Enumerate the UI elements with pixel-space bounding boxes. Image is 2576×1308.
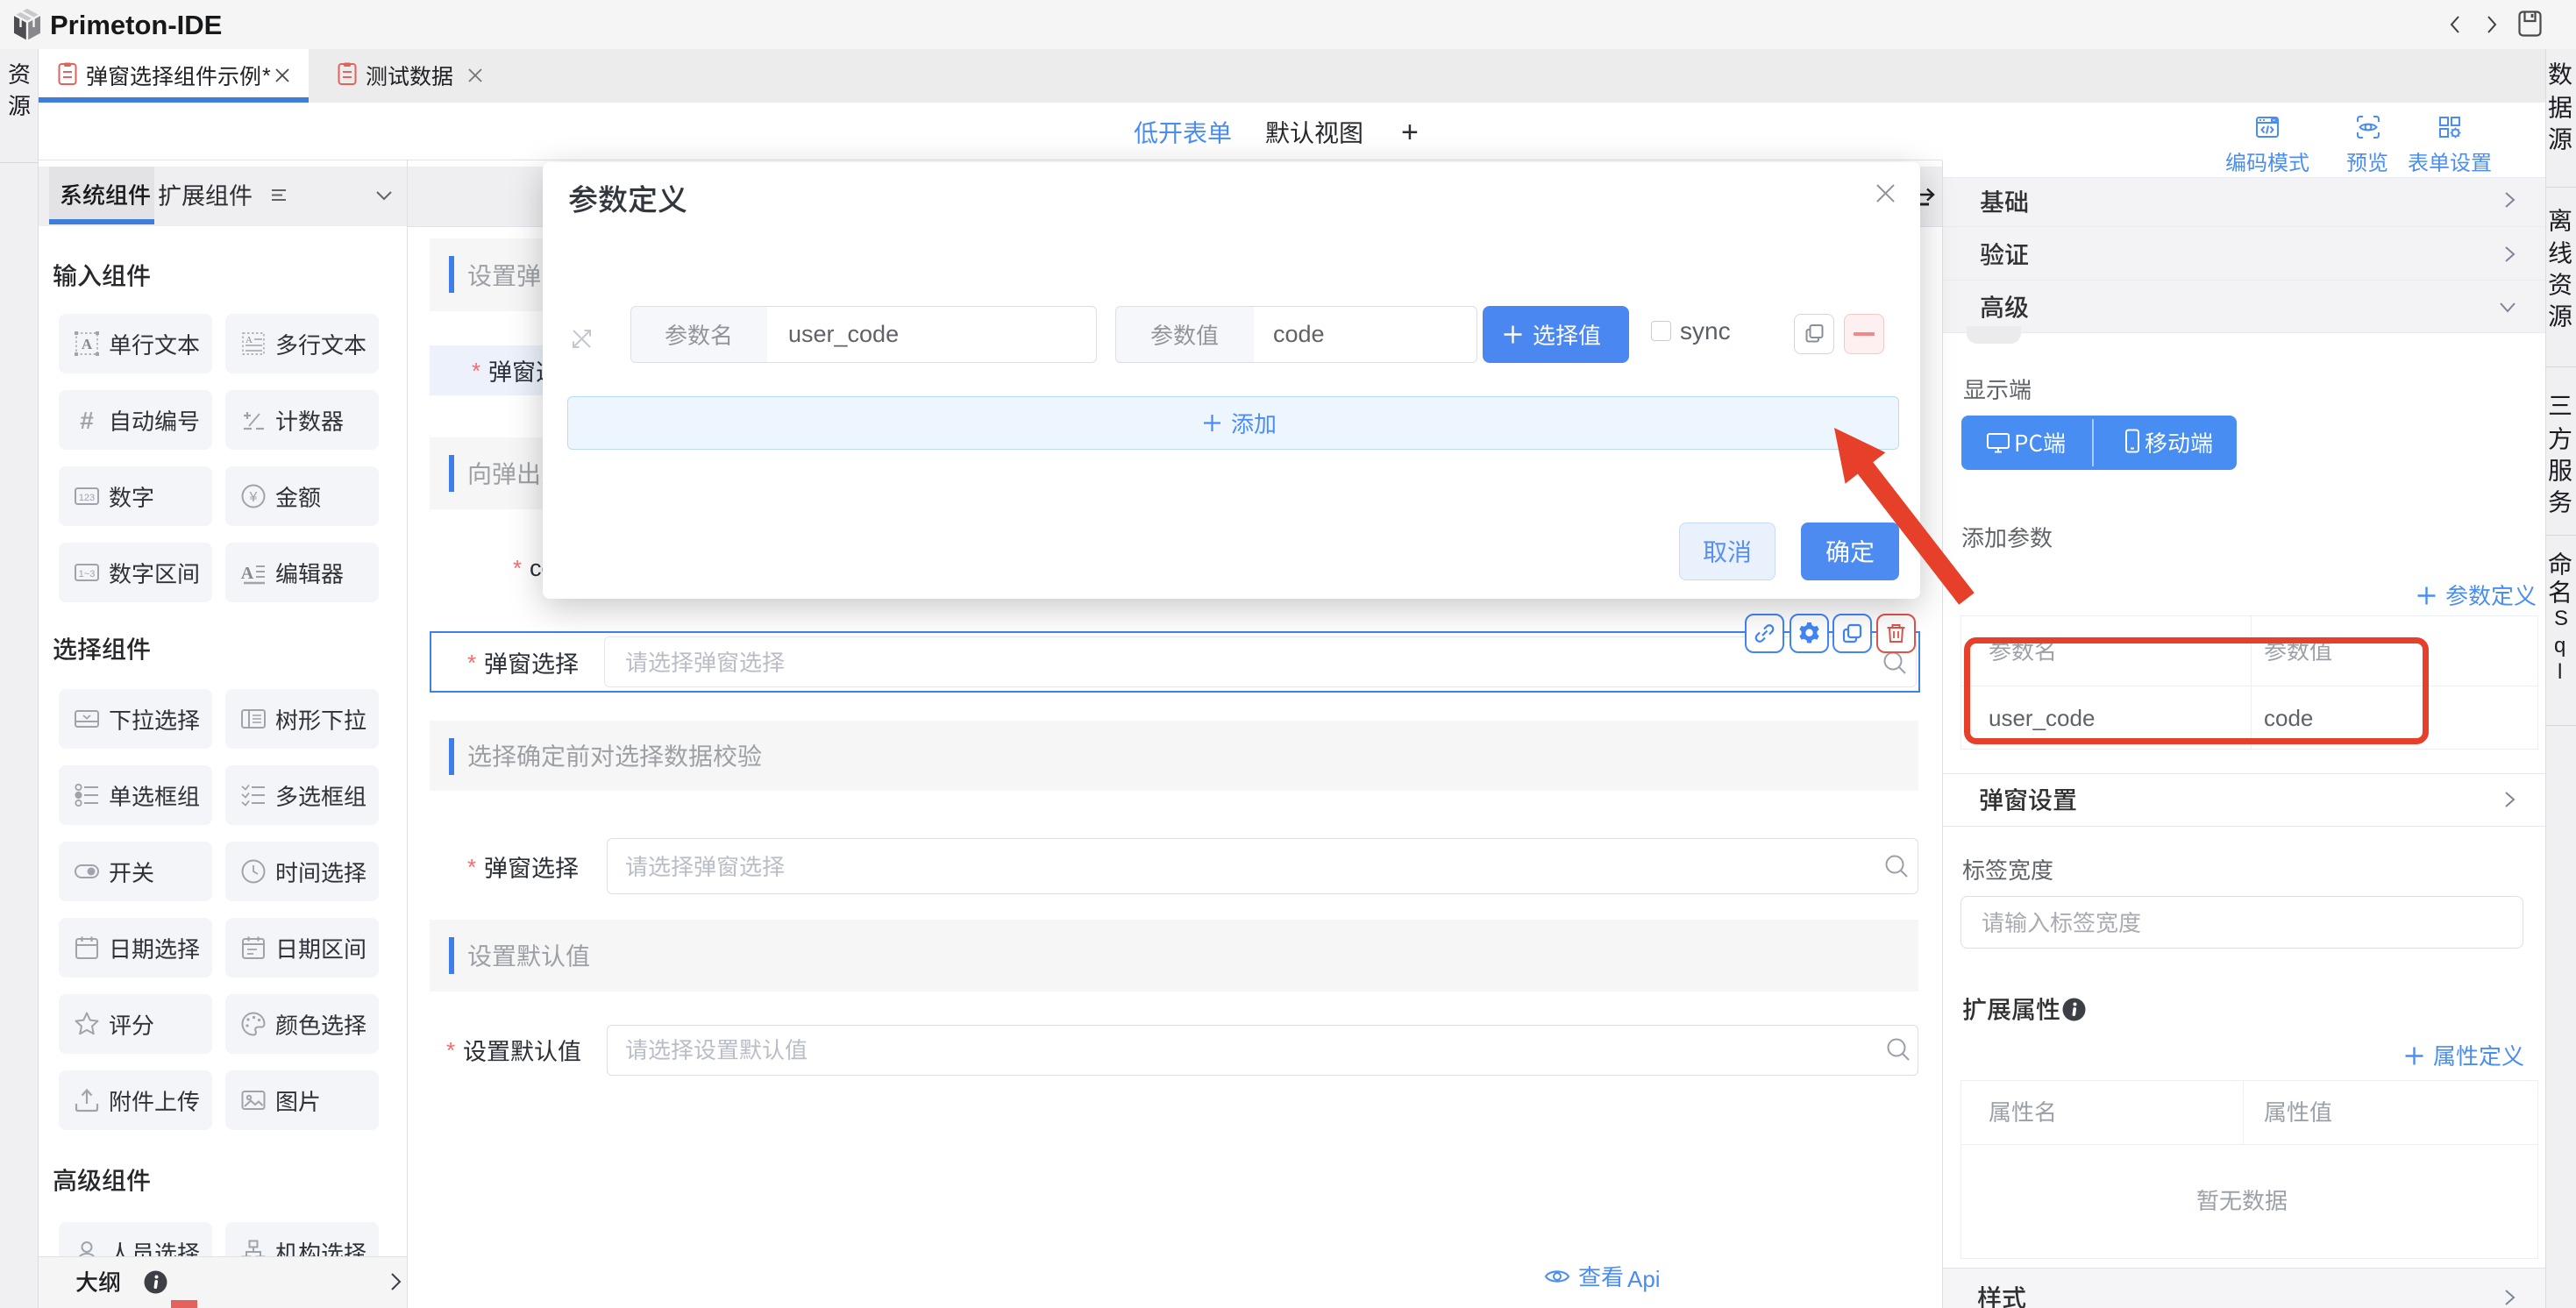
svg-text:A: A bbox=[246, 335, 253, 345]
svg-text:123: 123 bbox=[79, 493, 95, 503]
svg-text:¥: ¥ bbox=[249, 490, 258, 505]
svg-text:1~3: 1~3 bbox=[79, 569, 96, 579]
svg-text:#: # bbox=[80, 407, 94, 433]
svg-text:A: A bbox=[82, 336, 93, 352]
svg-text:A: A bbox=[241, 564, 254, 583]
